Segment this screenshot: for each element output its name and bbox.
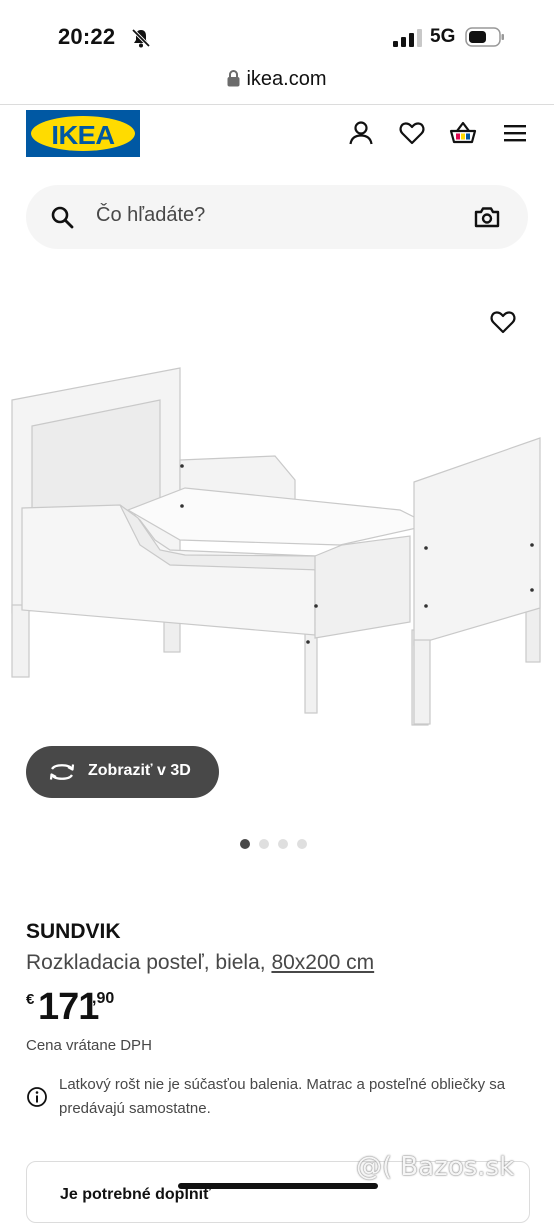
user-icon[interactable] bbox=[346, 118, 376, 148]
vat-note: Cena vrátane DPH bbox=[26, 1037, 152, 1054]
view-in-3d-button[interactable]: Zobraziť v 3D bbox=[26, 746, 219, 798]
logo-text: IKEA bbox=[51, 120, 115, 150]
product-description: Rozkladacia posteľ, biela, 80x200 cm bbox=[26, 951, 374, 975]
divider bbox=[0, 104, 554, 105]
price-main: 171 bbox=[38, 986, 99, 1028]
camera-search-icon[interactable] bbox=[474, 205, 500, 229]
signal-icon bbox=[393, 29, 422, 47]
product-type: Rozkladacia posteľ, biela, bbox=[26, 951, 266, 974]
heart-icon[interactable] bbox=[397, 118, 427, 148]
carousel-dot[interactable] bbox=[297, 839, 307, 849]
network-type: 5G bbox=[430, 26, 456, 47]
search-input[interactable]: Čo hľadáte? bbox=[96, 204, 205, 227]
battery-icon bbox=[465, 27, 504, 47]
menu-icon[interactable] bbox=[500, 118, 530, 148]
url-text: ikea.com bbox=[246, 68, 327, 90]
ikea-logo[interactable]: IKEA bbox=[26, 110, 140, 157]
info-icon bbox=[27, 1087, 47, 1107]
search-bar[interactable]: Čo hľadáte? bbox=[26, 185, 528, 249]
carousel-dot[interactable] bbox=[259, 839, 269, 849]
carousel-dot[interactable] bbox=[278, 839, 288, 849]
view-in-3d-label: Zobraziť v 3D bbox=[88, 762, 191, 779]
status-time: 20:22 bbox=[58, 24, 116, 49]
url-bar[interactable]: ikea.com bbox=[0, 68, 554, 91]
price-decimal: ,90 bbox=[92, 990, 115, 1007]
favorite-heart-icon[interactable] bbox=[489, 309, 517, 335]
product-image[interactable] bbox=[10, 360, 545, 735]
watermark: @( Bazos.sk bbox=[356, 1152, 515, 1182]
carousel-dot[interactable] bbox=[240, 839, 250, 849]
lock-icon bbox=[227, 70, 240, 87]
rotate-3d-icon bbox=[49, 764, 75, 780]
info-note: Latkový rošt nie je súčasťou balenia. Ma… bbox=[59, 1076, 506, 1117]
product-size-link[interactable]: 80x200 cm bbox=[271, 951, 374, 974]
carousel-dots bbox=[240, 839, 307, 849]
cart-icon[interactable] bbox=[448, 118, 478, 148]
bell-muted-icon bbox=[131, 28, 151, 48]
home-indicator[interactable] bbox=[178, 1183, 378, 1189]
product-name: SUNDVIK bbox=[26, 920, 121, 943]
price-currency: € bbox=[26, 991, 35, 1008]
search-icon bbox=[51, 206, 74, 229]
